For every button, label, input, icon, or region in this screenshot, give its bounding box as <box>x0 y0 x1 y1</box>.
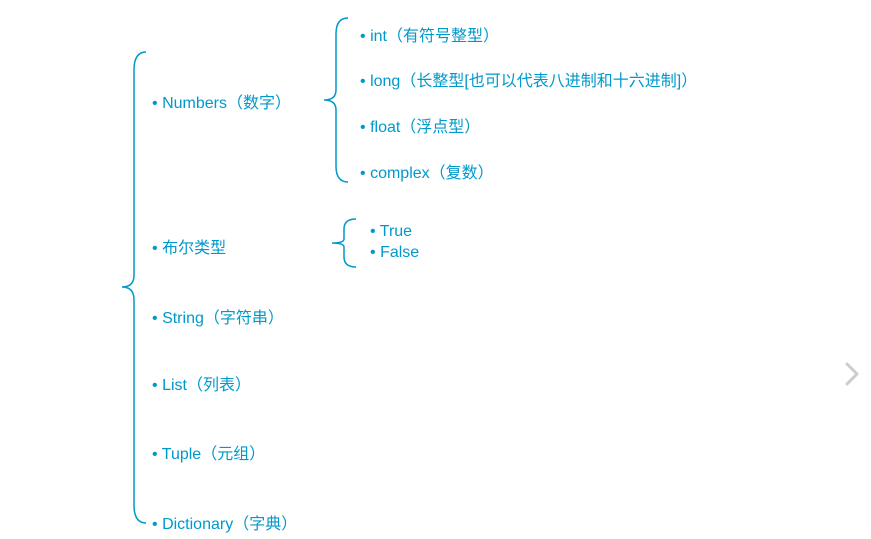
l1-dict: Dictionary（字典） <box>152 510 297 534</box>
l1-bool-label: 布尔类型 <box>162 240 226 257</box>
l1-string: String（字符串） <box>152 304 284 328</box>
bool-true-label: True <box>380 223 412 240</box>
num-long: long（长整型[也可以代表八进制和十六进制]） <box>360 67 697 91</box>
type-hierarchy-diagram: Numbers（数字） 布尔类型 String（字符串） List（列表） Tu… <box>0 0 871 539</box>
l1-list-label: List（列表） <box>162 377 251 394</box>
num-int-label: int（有符号整型） <box>370 28 499 45</box>
l1-numbers-label: Numbers（数字） <box>162 95 291 112</box>
num-float-label: float（浮点型） <box>370 119 480 136</box>
main-brace <box>118 50 148 525</box>
l1-numbers: Numbers（数字） <box>152 89 291 113</box>
l1-dict-label: Dictionary（字典） <box>162 516 297 533</box>
num-complex: complex（复数） <box>360 159 494 183</box>
l1-tuple: Tuple（元组） <box>152 440 265 464</box>
num-long-label: long（长整型[也可以代表八进制和十六进制]） <box>370 73 697 90</box>
l1-bool: 布尔类型 <box>152 234 226 258</box>
num-int: int（有符号整型） <box>360 22 499 46</box>
bool-false-label: False <box>380 244 419 261</box>
bool-true: True <box>370 223 412 241</box>
chevron-right-icon[interactable] <box>843 360 861 395</box>
bool-brace <box>328 217 358 269</box>
l1-list: List（列表） <box>152 371 251 395</box>
l1-tuple-label: Tuple（元组） <box>162 446 265 463</box>
bool-false: False <box>370 244 419 262</box>
numbers-brace <box>320 16 350 184</box>
l1-string-label: String（字符串） <box>162 310 284 327</box>
num-float: float（浮点型） <box>360 113 480 137</box>
num-complex-label: complex（复数） <box>370 165 494 182</box>
